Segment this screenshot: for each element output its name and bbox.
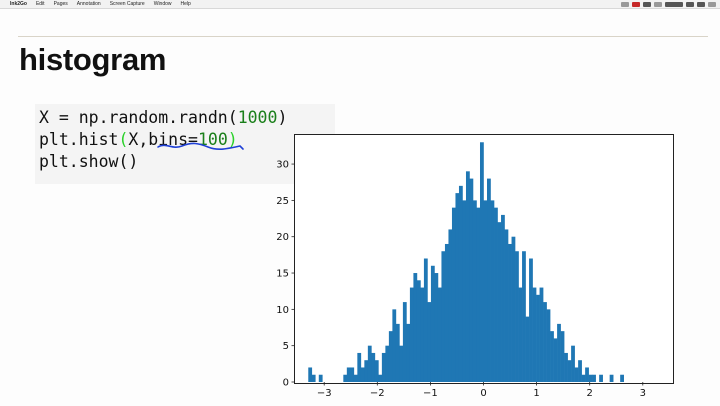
- histogram-bar: [504, 229, 509, 382]
- y-tick-label: 25: [276, 196, 289, 207]
- histogram-bar: [374, 360, 379, 382]
- x-tick-label: 3: [640, 388, 646, 399]
- histogram-bar: [343, 374, 348, 382]
- histogram-bar: [560, 331, 565, 382]
- histogram-bar: [508, 243, 512, 382]
- histogram-bar: [402, 302, 407, 382]
- y-tick-label: 5: [283, 341, 289, 352]
- histogram-bar: [588, 374, 593, 382]
- histogram-bar: [357, 352, 362, 382]
- histogram-bar: [550, 331, 554, 382]
- histogram-bar: [511, 236, 516, 382]
- histogram-bar: [367, 345, 372, 382]
- x-tick-label: 1: [533, 388, 539, 399]
- histogram-bar: [308, 367, 313, 382]
- histogram-bar: [515, 251, 519, 382]
- histogram-chart: −3 −2 −1 0 1 2 3051015202530: [276, 142, 646, 399]
- histogram-bar: [490, 200, 495, 382]
- histogram-bar: [350, 367, 355, 382]
- histogram-bar: [385, 345, 390, 382]
- histogram-bar: [378, 374, 383, 382]
- histogram-bar: [399, 345, 404, 382]
- histogram-bar: [585, 367, 589, 382]
- histogram-bar: [539, 287, 544, 382]
- histogram-bar: [462, 200, 467, 382]
- histogram-bar: [567, 360, 572, 382]
- histogram-bar: [395, 323, 400, 382]
- histogram-bar: [388, 331, 393, 382]
- histogram-bar: [364, 360, 369, 382]
- histogram-bar: [409, 287, 414, 382]
- histogram-bar: [557, 323, 561, 382]
- histogram-bar: [532, 287, 537, 382]
- histogram-bar: [346, 367, 351, 382]
- y-tick-label: 30: [276, 160, 289, 171]
- histogram-bar: [494, 207, 498, 382]
- histogram-bar: [564, 352, 568, 382]
- histogram-bar: [546, 309, 551, 382]
- histogram-bar: [311, 374, 316, 382]
- histogram-bar: [434, 273, 439, 382]
- histogram-bar: [427, 302, 432, 382]
- histogram-bar: [543, 302, 547, 382]
- histogram-bar: [465, 171, 470, 382]
- x-tick-label: −2: [370, 388, 385, 399]
- histogram-bar: [592, 374, 596, 382]
- histogram-bar: [529, 258, 533, 382]
- histogram-bar: [353, 374, 358, 382]
- histogram-bar: [476, 207, 481, 382]
- histogram-bar: [483, 200, 488, 382]
- histogram-bar: [472, 200, 477, 382]
- histogram-bar: [371, 352, 376, 382]
- histogram-bar: [430, 265, 435, 382]
- histogram-bar: [571, 345, 575, 382]
- histogram-bar: [406, 323, 411, 382]
- histogram-bar: [441, 251, 446, 382]
- histogram-bar: [458, 185, 463, 382]
- histogram-bar: [479, 142, 484, 382]
- x-tick-label: 0: [480, 388, 486, 399]
- histogram-bar: [525, 316, 530, 382]
- histogram-bar: [451, 207, 456, 382]
- histogram-bar: [518, 287, 523, 382]
- histogram-bar: [501, 214, 505, 382]
- histogram-bar: [448, 229, 453, 382]
- histogram-bar: [581, 374, 586, 382]
- x-tick-label: 2: [587, 388, 593, 399]
- histogram-bar: [413, 273, 418, 382]
- histogram-bar: [318, 374, 323, 382]
- y-tick-label: 10: [276, 305, 289, 316]
- histogram-bar: [437, 287, 442, 382]
- x-tick-label: −1: [423, 388, 438, 399]
- histogram-bar: [599, 374, 603, 382]
- histogram-bar: [455, 193, 460, 382]
- histogram-bar: [574, 367, 579, 382]
- histogram-bar: [620, 374, 624, 382]
- x-tick-label: −3: [317, 388, 332, 399]
- histogram-bar: [420, 287, 425, 382]
- histogram-bar: [444, 243, 449, 382]
- histogram-bar: [392, 309, 397, 382]
- y-tick-label: 15: [276, 269, 289, 280]
- y-tick-label: 0: [283, 378, 289, 389]
- histogram-bar: [609, 374, 614, 382]
- histogram-bar: [536, 294, 540, 382]
- histogram-bar: [553, 338, 558, 382]
- histogram-bar: [578, 360, 582, 382]
- histogram-bar: [522, 251, 526, 382]
- histogram-bar: [497, 222, 502, 382]
- histogram-bar: [381, 352, 386, 382]
- histogram-bar: [423, 258, 428, 382]
- histogram-bar: [416, 280, 421, 382]
- histogram-bar: [360, 367, 365, 382]
- y-tick-label: 20: [276, 232, 289, 243]
- histogram-bar: [469, 178, 474, 382]
- histogram-bar: [487, 178, 491, 382]
